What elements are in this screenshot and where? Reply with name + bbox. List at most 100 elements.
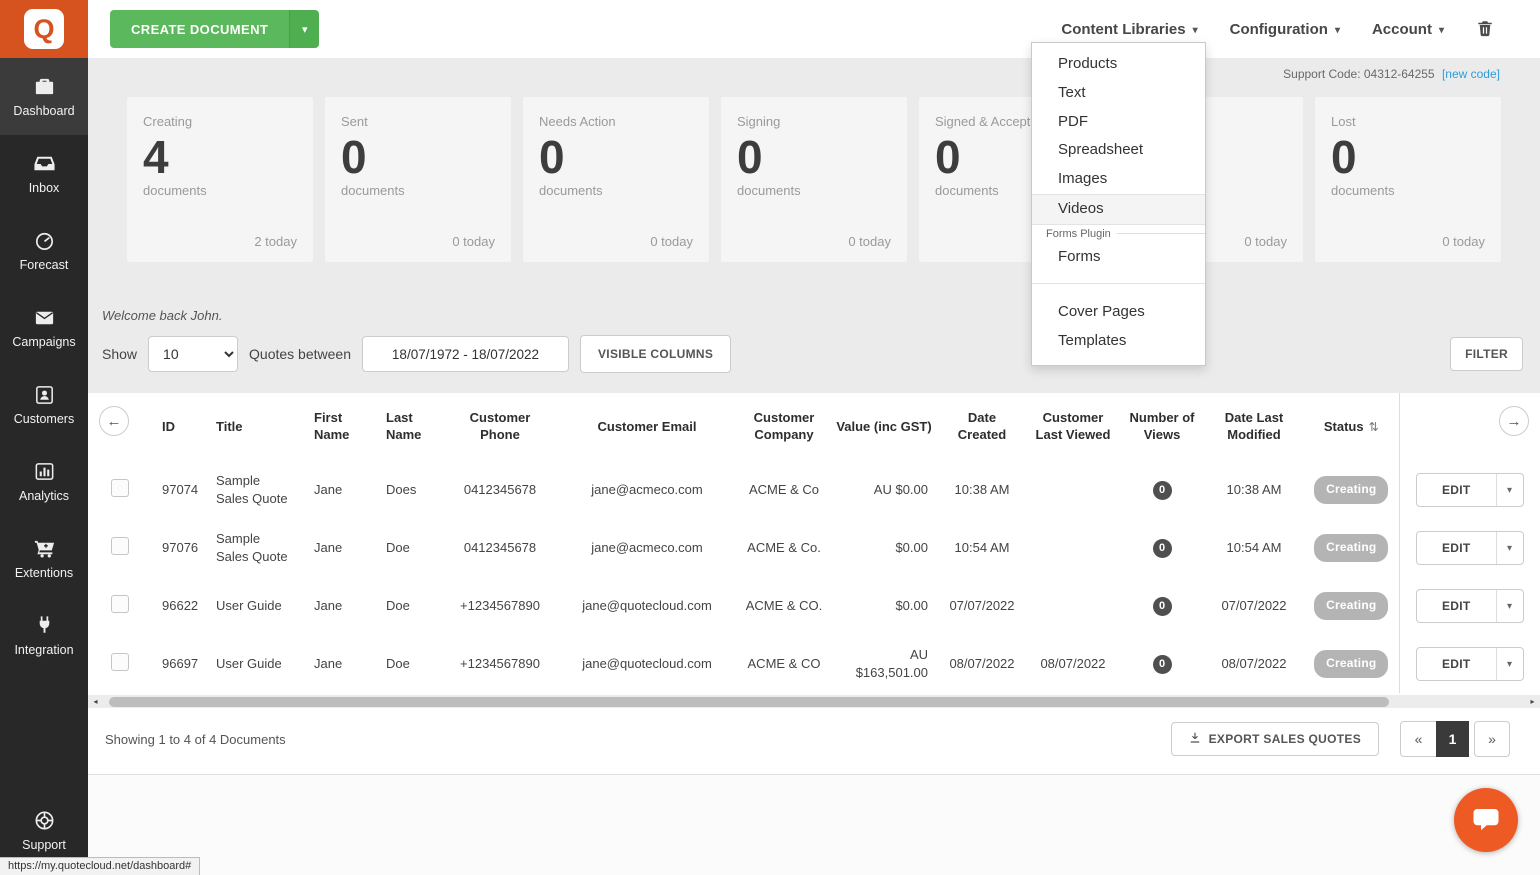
show-count-select[interactable]: 10 bbox=[148, 336, 239, 372]
inbox-icon bbox=[33, 152, 56, 175]
sidebar-item-dashboard[interactable]: Dashboard bbox=[0, 58, 88, 135]
column-header-last-viewed[interactable]: Customer Last Viewed bbox=[1026, 393, 1120, 461]
chevron-down-icon[interactable]: ▾ bbox=[1495, 648, 1523, 680]
chat-widget-button[interactable] bbox=[1454, 788, 1518, 852]
column-header-id[interactable]: ID bbox=[140, 393, 198, 461]
cell-views: 0 bbox=[1120, 577, 1204, 635]
row-checkbox[interactable] bbox=[111, 478, 129, 497]
edit-button-label[interactable]: EDIT bbox=[1417, 590, 1496, 622]
edit-button-label[interactable]: EDIT bbox=[1417, 648, 1496, 680]
scrollbar-track[interactable] bbox=[103, 695, 1525, 708]
column-header-date-created[interactable]: Date Created bbox=[938, 393, 1026, 461]
pagination-page-1[interactable]: 1 bbox=[1436, 721, 1469, 757]
date-range-input[interactable] bbox=[362, 336, 569, 372]
stat-card[interactable]: Needs Action 0 documents 0 today bbox=[523, 97, 709, 262]
sidebar-item-forecast[interactable]: Forecast bbox=[0, 212, 88, 289]
stat-card[interactable]: Signing 0 documents 0 today bbox=[721, 97, 907, 262]
column-header-email[interactable]: Customer Email bbox=[556, 393, 738, 461]
row-checkbox[interactable] bbox=[111, 594, 129, 613]
stat-cards-row: Creating 4 documents 2 today Sent 0 docu… bbox=[127, 97, 1501, 262]
sidebar-item-analytics[interactable]: Analytics bbox=[0, 443, 88, 520]
menu-item-spreadsheet[interactable]: Spreadsheet bbox=[1032, 136, 1205, 165]
menu-item-products[interactable]: Products bbox=[1032, 50, 1205, 79]
chevron-down-icon[interactable]: ▾ bbox=[1495, 532, 1523, 564]
sort-icon[interactable]: ⇅ bbox=[1369, 420, 1379, 434]
column-header-status[interactable]: Status ⇅ bbox=[1304, 393, 1399, 461]
chevron-down-icon[interactable]: ▾ bbox=[1495, 474, 1523, 506]
row-checkbox[interactable] bbox=[111, 536, 129, 555]
table-row: 97076 Sample Sales Quote Jane Doe 041234… bbox=[100, 519, 1540, 577]
quotes-table: ID Title First Name Last Name Customer P… bbox=[100, 393, 1540, 693]
nav-content-libraries[interactable]: Content Libraries ▾ bbox=[1061, 21, 1197, 38]
table-scroll-left-button[interactable]: ← bbox=[99, 406, 129, 436]
stat-card-today: 0 today bbox=[650, 234, 693, 249]
edit-button[interactable]: EDIT ▾ bbox=[1415, 589, 1524, 623]
stat-card-label: Signing bbox=[737, 114, 781, 129]
menu-item-templates[interactable]: Templates bbox=[1032, 327, 1205, 356]
edit-button[interactable]: EDIT ▾ bbox=[1415, 647, 1524, 681]
edit-button[interactable]: EDIT ▾ bbox=[1415, 531, 1524, 565]
column-header-views[interactable]: Number of Views bbox=[1120, 393, 1204, 461]
table-scroll-right-button[interactable]: → bbox=[1499, 406, 1529, 436]
stat-card[interactable]: Creating 4 documents 2 today bbox=[127, 97, 313, 262]
edit-button-label[interactable]: EDIT bbox=[1417, 532, 1496, 564]
stat-card[interactable]: Sent 0 documents 0 today bbox=[325, 97, 511, 262]
cell-company: ACME & CO bbox=[747, 656, 821, 672]
sidebar-item-extentions[interactable]: Extentions bbox=[0, 520, 88, 597]
filter-button[interactable]: FILTER bbox=[1450, 337, 1523, 371]
horizontal-scrollbar[interactable]: ◂ ▸ bbox=[88, 695, 1540, 708]
download-icon bbox=[1189, 731, 1201, 747]
table-row: 96697 User Guide Jane Doe +1234567890 ja… bbox=[100, 635, 1540, 693]
column-header-value[interactable]: Value (inc GST) bbox=[830, 393, 938, 461]
nav-configuration[interactable]: Configuration ▾ bbox=[1230, 21, 1340, 38]
pagination-first-button[interactable]: « bbox=[1400, 721, 1436, 757]
sidebar-item-campaigns[interactable]: Campaigns bbox=[0, 289, 88, 366]
menu-section-forms-plugin: Forms Plugin bbox=[1032, 225, 1205, 243]
cart-plus-icon bbox=[33, 537, 56, 560]
new-code-link[interactable]: [new code] bbox=[1442, 67, 1500, 81]
menu-item-images[interactable]: Images bbox=[1032, 165, 1205, 194]
cell-date-created: 07/07/2022 bbox=[949, 598, 1015, 614]
cell-edit: EDIT ▾ bbox=[1398, 577, 1540, 635]
column-header-title[interactable]: Title bbox=[198, 393, 296, 461]
edit-button-label[interactable]: EDIT bbox=[1417, 474, 1496, 506]
scrollbar-right-arrow[interactable]: ▸ bbox=[1525, 695, 1540, 708]
stat-card[interactable]: Lost 0 documents 0 today bbox=[1315, 97, 1501, 262]
stat-card-today: 0 today bbox=[452, 234, 495, 249]
create-document-button[interactable]: CREATE DOCUMENT ▾ bbox=[110, 10, 320, 48]
column-header-last-name[interactable]: Last Name bbox=[368, 393, 444, 461]
chevron-down-icon[interactable]: ▾ bbox=[289, 10, 320, 48]
menu-item-pdf[interactable]: PDF bbox=[1032, 108, 1205, 137]
column-header-phone[interactable]: Customer Phone bbox=[444, 393, 556, 461]
scrollbar-thumb[interactable] bbox=[109, 696, 1389, 707]
chevron-down-icon[interactable]: ▾ bbox=[1495, 590, 1523, 622]
menu-item-videos[interactable]: Videos bbox=[1032, 193, 1205, 225]
scrollbar-left-arrow[interactable]: ◂ bbox=[88, 695, 103, 708]
column-header-first-name[interactable]: First Name bbox=[296, 393, 368, 461]
cell-id: 96622 bbox=[162, 598, 199, 614]
sidebar-item-label: Integration bbox=[14, 643, 74, 657]
trash-button[interactable] bbox=[1476, 18, 1494, 41]
table-row: 97074 Sample Sales Quote Jane Does 04123… bbox=[100, 461, 1540, 519]
column-header-date-modified[interactable]: Date Last Modified bbox=[1204, 393, 1304, 461]
sidebar-item-inbox[interactable]: Inbox bbox=[0, 135, 88, 212]
menu-item-text[interactable]: Text bbox=[1032, 79, 1205, 108]
sidebar-item-integration[interactable]: Integration bbox=[0, 597, 88, 674]
app-logo[interactable]: Q bbox=[0, 0, 88, 58]
menu-item-cover-pages[interactable]: Cover Pages bbox=[1032, 298, 1205, 327]
cell-status: Creating bbox=[1304, 461, 1399, 519]
menu-item-forms[interactable]: Forms bbox=[1032, 243, 1205, 272]
pagination: « 1 » bbox=[1400, 721, 1510, 757]
sidebar-item-customers[interactable]: Customers bbox=[0, 366, 88, 443]
cell-phone: 0412345678 bbox=[463, 540, 537, 556]
visible-columns-button[interactable]: VISIBLE COLUMNS bbox=[580, 335, 732, 373]
nav-account[interactable]: Account ▾ bbox=[1372, 21, 1444, 38]
export-button-label: EXPORT SALES QUOTES bbox=[1208, 732, 1361, 746]
edit-button[interactable]: EDIT ▾ bbox=[1415, 473, 1524, 507]
export-sales-quotes-button[interactable]: EXPORT SALES QUOTES bbox=[1170, 722, 1379, 756]
row-checkbox[interactable] bbox=[111, 652, 129, 671]
welcome-message: Welcome back John. bbox=[102, 308, 223, 323]
column-header-company[interactable]: Customer Company bbox=[738, 393, 830, 461]
stat-card-value: 0 bbox=[737, 131, 763, 183]
pagination-last-button[interactable]: » bbox=[1474, 721, 1510, 757]
